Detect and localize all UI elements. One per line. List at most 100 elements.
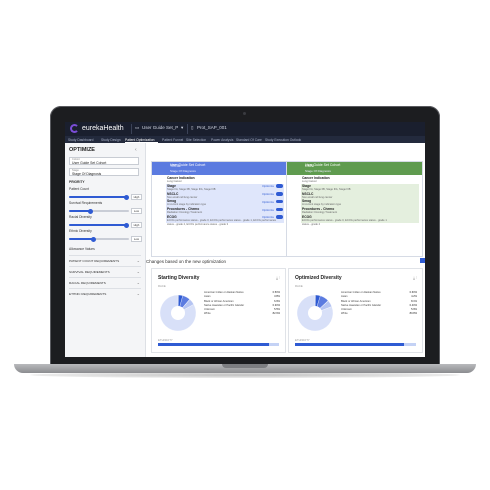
criteria-detail: Radiation Oncology Treatment [167,211,203,215]
legend-value: 0.40% [409,303,417,307]
download-icon[interactable]: ⤓ ⋮ [276,275,280,280]
legend-value: 82.9% [272,312,280,316]
sub-navigation: Study Dashboard Study Design Patient Opt… [65,136,425,143]
legend-label: Unknown [204,308,215,312]
slider-fill [69,238,93,240]
chevron-down-icon: ⌄ [136,280,140,285]
priority-pill[interactable]: Low [131,236,142,242]
legend-item: White 80.8% [341,312,417,316]
optimize-sidebar: OPTIMIZE ‹ Cohort User Guide Set Cohort … [65,143,146,357]
chevron-down-icon[interactable]: ▾ [181,125,183,131]
panel-title: User Guide Set Cohort [305,163,341,167]
accordion-survival[interactable]: SURVIVAL REQUIREMENTS ⌄ [69,266,141,276]
folder-icon: ▭ [135,125,140,130]
accordion-label: ETHNIC REQUIREMENTS [69,292,107,296]
priority-pill[interactable]: Low [131,208,142,214]
optimize-link[interactable]: Optimize [262,184,274,188]
criteria-row: Stage Stage IIA, Stage IIB, Stage IIIA, S… [301,183,419,192]
optimize-toggle[interactable] [276,207,283,212]
legend-label: Native Hawaiian or Pacific Islander [341,303,382,307]
panel-header: OMNI User Guide Set Cohort Stage Of Diagno… [287,162,422,175]
app-topbar: eurekaHealth ▭ User Guide Set_P ▾ ▯ Prot… [65,122,425,136]
priority-pill[interactable]: High [131,222,142,228]
panel-subtitle: Stage Of Diagnosis [170,169,196,173]
criteria-list: Cancer Indication Lung Cancer Stage Stage I… [301,176,419,231]
criteria-row: ECOG ECOG performance status - grade 0, E… [301,214,419,223]
criteria-row: NSCLC Non-small cell lung cancer Optimize [166,191,284,200]
criteria-detail: Lung Cancer [167,180,182,183]
nav-study-dashboard[interactable]: Study Dashboard [68,138,93,142]
slider-label: Ethnic Diversity [69,229,92,233]
patient-count-slider[interactable] [69,194,129,200]
ethnicity-bar-fill [295,343,404,346]
laptop-screen: eurekaHealth ▭ User Guide Set_P ▾ ▯ Prot… [65,122,425,357]
criteria-row: Smog At current stage by indication type O… [166,199,284,208]
nav-power-analysis[interactable]: Power Analysis [211,138,233,142]
nav-standard-of-care[interactable]: Standard Of Care [236,138,262,142]
collapse-icon[interactable]: ‹ [135,147,137,153]
chevron-down-icon: ⌄ [136,258,140,263]
race-label: RACE [295,284,303,288]
racial-diversity-slider[interactable] [69,222,129,228]
criteria-list: Cancer Indication Lung Cancer Stage Stage I… [166,176,284,231]
criteria-row: status - grade 2 [301,223,419,231]
nav-patient-funnel[interactable]: Patient Funnel [162,138,183,142]
legend-item: White 82.9% [204,312,280,316]
card-title: Starting Diversity [158,275,200,281]
tab-protocol[interactable]: Prot_SAP_001 [197,125,227,130]
legend-label: Native Hawaiian or Pacific Islander [204,303,245,307]
cohort-select[interactable]: Cohort User Guide Set Cohort [69,157,139,165]
priority-pill[interactable]: High [131,194,142,200]
legend-label: Asian [204,295,211,299]
document-icon: ▯ [191,125,194,130]
slider-handle[interactable] [87,208,93,214]
optimized-diversity-card: Optimized Diversity ⤓ ⋮ RACE American India… [288,268,423,353]
optimize-link[interactable]: Optimize [262,215,274,219]
slider-fill [69,210,90,212]
sidebar-title: OPTIMIZE [69,147,95,153]
tab-project[interactable]: User Guide Set_P [142,125,178,130]
nav-site-selection[interactable]: Site Selection [186,138,206,142]
optimize-toggle[interactable] [276,184,283,188]
accordion-ethnic[interactable]: ETHNIC REQUIREMENTS ⌄ [69,288,141,298]
changes-title: Changes based on the new optimization [146,259,227,264]
legend-value: 5.5% [274,308,280,312]
optimize-link[interactable]: Optimize [262,208,274,212]
starting-diversity-card: Starting Diversity ⤓ ⋮ RACE American Indian… [151,268,286,353]
stage-select[interactable]: Stage Stage Of Diagnosis [69,168,139,176]
accordion-label: RACIAL REQUIREMENTS [69,281,106,285]
criteria-detail: Lung Cancer [302,180,317,183]
card-title: Optimized Diversity [295,275,342,281]
accordion-patient-count[interactable]: PATIENT COUNT REQUIREMENTS ⌄ [69,255,141,265]
optimized-cohort-panel: OMNI User Guide Set Cohort Stage Of Diagno… [286,161,423,257]
optimize-link[interactable]: Optimize [262,192,274,196]
nav-study-execution-outlook[interactable]: Study Execution Outlook [265,138,301,142]
race-pie-chart [296,294,334,332]
criteria-detail: Non-small cell lung cancer [167,195,198,199]
nav-patient-optimization[interactable]: Patient Optimization [125,138,155,142]
nav-study-design[interactable]: Study Design [101,138,121,142]
slider-handle[interactable] [123,222,129,228]
optimize-toggle[interactable] [276,215,283,219]
slider-label: Patient Count [69,187,89,191]
optimize-link[interactable]: Optimize [262,200,274,204]
legend-value: 0.50% [272,291,280,294]
divider [187,124,188,134]
slider-handle[interactable] [123,194,129,200]
expand-tab[interactable] [420,258,425,263]
donut-hole [171,306,185,320]
allowances-label: Allowance Values [69,247,95,251]
legend-value: 8.1% [411,299,417,303]
legend-value: 4.2% [411,295,417,299]
accordion-racial[interactable]: RACIAL REQUIREMENTS ⌄ [69,277,141,287]
survival-slider[interactable] [69,208,129,214]
download-icon[interactable]: ⤓ ⋮ [413,275,417,280]
optimize-toggle[interactable] [276,192,283,196]
legend-label: White [341,312,348,316]
legend-label: Asian [341,295,348,299]
panel-title: User Guide Set Cohort [170,163,206,167]
optimize-toggle[interactable] [276,199,283,204]
slider-handle[interactable] [90,236,96,242]
laptop-notch [222,364,268,368]
ethnic-diversity-slider[interactable] [69,236,129,242]
